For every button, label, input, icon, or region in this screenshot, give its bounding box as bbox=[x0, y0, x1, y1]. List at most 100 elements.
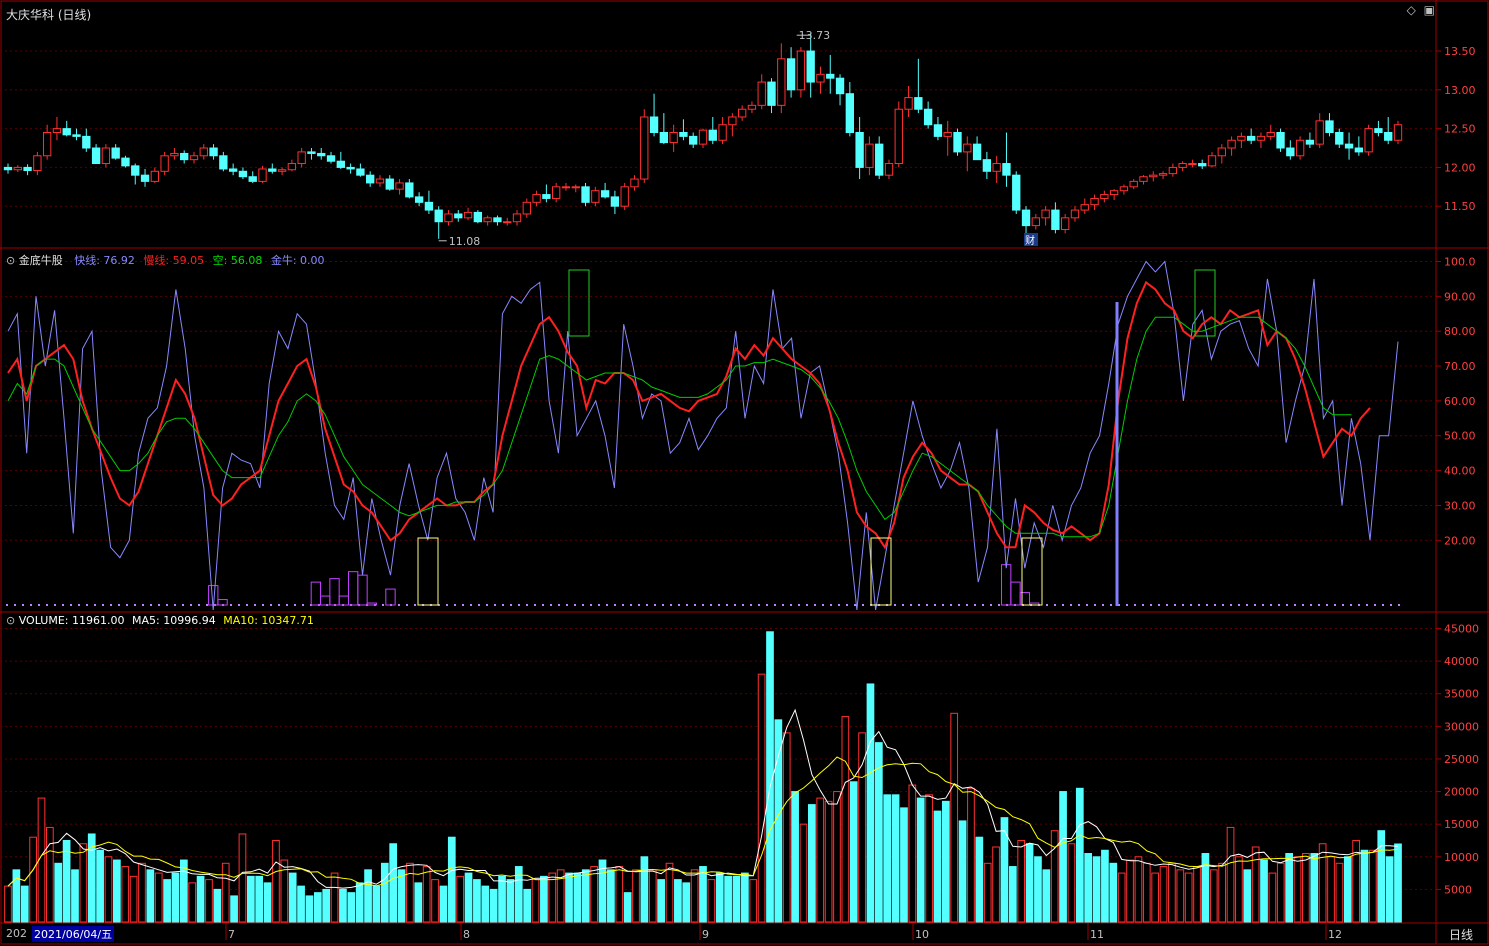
candle-body bbox=[698, 129, 708, 145]
volume-bar bbox=[841, 716, 850, 923]
candle-body bbox=[277, 169, 287, 172]
volume-bar bbox=[1184, 872, 1193, 923]
candle-body bbox=[62, 128, 71, 136]
candle-body bbox=[796, 50, 806, 91]
candle-body bbox=[1012, 174, 1021, 211]
candle-body bbox=[82, 135, 91, 149]
candle-body bbox=[454, 213, 463, 219]
candle-body bbox=[600, 190, 610, 198]
volume-tick-label: 10000 bbox=[1444, 851, 1479, 864]
volume-bar bbox=[774, 719, 783, 923]
restore-icon[interactable]: ▣ bbox=[1424, 3, 1435, 17]
volume-bar bbox=[690, 869, 699, 923]
candle-body bbox=[845, 93, 855, 133]
volume-bar bbox=[1176, 869, 1185, 923]
volume-bar bbox=[498, 875, 506, 923]
ma5-value: 10996.94 bbox=[163, 614, 216, 627]
ma5-label: MA5 bbox=[131, 614, 156, 627]
candle-body bbox=[91, 147, 101, 165]
volume-bar bbox=[213, 888, 222, 923]
gold-bull-bar bbox=[320, 595, 331, 606]
volume-bar bbox=[380, 862, 389, 923]
candle-body bbox=[503, 221, 512, 224]
volume-bar bbox=[531, 879, 540, 923]
volume-bar bbox=[1285, 853, 1293, 923]
volume-bar bbox=[1327, 856, 1335, 923]
legend-gold-label: 金牛 bbox=[270, 254, 293, 267]
candle-body bbox=[473, 211, 483, 223]
candle-body bbox=[1227, 139, 1236, 149]
volume-tick-label: 30000 bbox=[1444, 720, 1479, 733]
indicator-tick-label: 50.00 bbox=[1444, 430, 1476, 443]
candle-body bbox=[493, 217, 502, 223]
candle-body bbox=[1393, 124, 1403, 141]
volume-bar bbox=[590, 866, 598, 923]
candle-body bbox=[1237, 135, 1246, 141]
price-tick-label: 12.50 bbox=[1444, 123, 1476, 136]
volume-bar bbox=[849, 781, 858, 923]
volume-bar bbox=[741, 872, 749, 923]
volume-bar bbox=[757, 673, 766, 923]
volume-bar bbox=[1193, 866, 1201, 923]
candle-body bbox=[13, 166, 22, 171]
candle-body bbox=[375, 178, 385, 184]
volume-bar bbox=[121, 866, 130, 923]
candle-body bbox=[180, 152, 189, 161]
candle-body bbox=[1129, 180, 1138, 188]
volume-bar bbox=[632, 869, 640, 923]
period-label[interactable]: 日线 bbox=[1449, 926, 1473, 943]
volume-tick-label: 20000 bbox=[1444, 786, 1479, 799]
gold-bull-bar bbox=[1010, 581, 1021, 606]
volume-tick-label: 5000 bbox=[1444, 883, 1472, 896]
collapse-icon[interactable]: ⊙ bbox=[6, 614, 15, 627]
price-tick-label: 12.00 bbox=[1444, 161, 1476, 174]
signal-box bbox=[568, 269, 590, 337]
volume-bar bbox=[1117, 872, 1126, 923]
gold-bull-bar bbox=[348, 571, 359, 606]
candle-body bbox=[1198, 163, 1207, 167]
volume-bar bbox=[648, 869, 657, 923]
volume-bar bbox=[1235, 856, 1243, 923]
volume-bar bbox=[1067, 843, 1076, 923]
diamond-icon[interactable]: ◇ bbox=[1407, 3, 1416, 17]
candle-body bbox=[483, 217, 492, 223]
volume-bar bbox=[313, 892, 322, 923]
volume-bar bbox=[431, 879, 439, 923]
candle-body bbox=[228, 168, 238, 172]
volume-bar bbox=[967, 787, 975, 923]
volume-bar bbox=[674, 879, 682, 923]
ma10-value: 10347.71 bbox=[261, 614, 314, 627]
candle-body bbox=[1158, 173, 1168, 176]
candle-body bbox=[150, 170, 160, 182]
volume-bar bbox=[4, 885, 12, 923]
volume-bar bbox=[113, 859, 121, 923]
candle-body bbox=[317, 152, 326, 157]
volume-bar bbox=[900, 807, 908, 923]
candle-body bbox=[1080, 204, 1089, 211]
candle-body bbox=[963, 143, 972, 153]
candle-body bbox=[219, 155, 228, 170]
volume-bar bbox=[715, 872, 724, 923]
candle-body bbox=[914, 97, 923, 110]
ma5-line bbox=[7, 708, 1399, 889]
volume-bar bbox=[992, 846, 1000, 923]
candle-body bbox=[669, 132, 678, 144]
volume-bar bbox=[138, 862, 146, 923]
gold-bull-bar bbox=[385, 588, 396, 606]
volume-bar bbox=[523, 888, 532, 923]
volume-tick-label: 45000 bbox=[1444, 623, 1479, 636]
collapse-icon[interactable]: ⊙ bbox=[6, 254, 15, 267]
candle-body bbox=[826, 73, 835, 79]
candle-body bbox=[1139, 176, 1148, 182]
candle-body bbox=[307, 151, 316, 154]
chart-canvas[interactable]: 13.50 13.00 12.50 12.00 11.50 13.73 11.08 财 100.… bbox=[0, 0, 1489, 946]
volume-bar bbox=[506, 879, 515, 923]
candle-body bbox=[884, 163, 894, 176]
indicator-tick-label: 40.00 bbox=[1444, 465, 1476, 478]
volume-bar bbox=[171, 872, 180, 923]
candle-body bbox=[189, 155, 199, 161]
candle-body bbox=[728, 116, 737, 126]
volume-bar bbox=[941, 800, 950, 923]
volume-bar bbox=[330, 872, 339, 923]
volume-label: VOLUME bbox=[18, 614, 65, 627]
